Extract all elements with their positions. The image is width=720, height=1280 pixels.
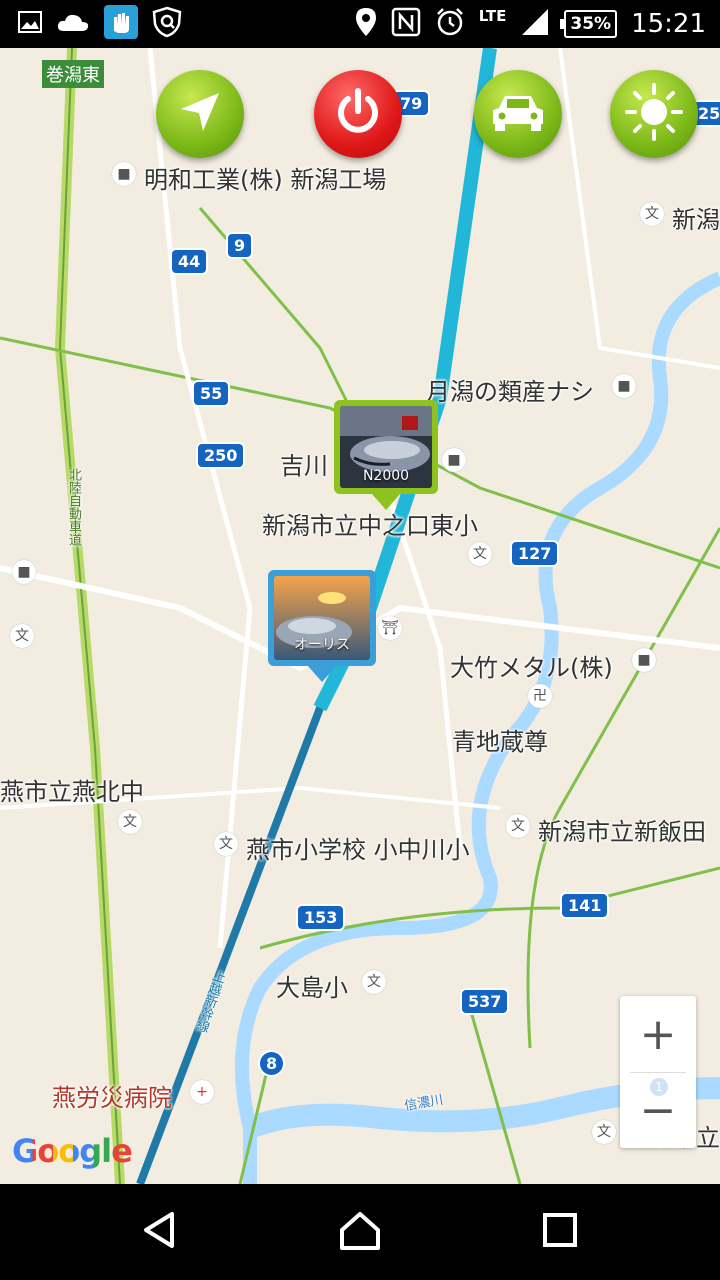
battery-indicator: 35% [560,10,618,38]
car-icon [489,90,547,138]
zoom-in-button[interactable]: + [620,996,696,1072]
marker-label: オーリス [294,637,350,653]
network-type: LTE [478,7,507,25]
map-label-shinibata: 新潟市立新飯田 [538,818,706,846]
route-shield-8: 8 [258,1050,286,1077]
power-icon [333,87,383,141]
route-shield-44: 44 [170,248,209,275]
image-icon [18,11,42,37]
navigate-button[interactable] [156,70,244,158]
map-label-expressway: 北陸自動車道 [66,468,81,546]
status-bar: LTE 35% 15:21 [0,0,720,48]
recents-icon [542,1212,578,1252]
map-label-tsukigata: 月潟の類産ナシ [426,378,594,406]
route-shield-9: 9 [226,232,254,259]
map-label-makigata: 巻潟東 [42,60,104,88]
vehicle-marker-auris[interactable]: オーリス [268,570,376,682]
poi-building-icon: ■ [12,560,36,584]
cloud-icon [56,11,90,37]
poi-school-icon: 文 [362,970,386,994]
route-shield-55: 55 [192,380,231,407]
google-logo: Google [12,1132,133,1170]
poi-company-icon: ■ [632,648,656,672]
nfc-icon [391,7,421,41]
zoom-controls: + − 1 [620,996,696,1148]
route-shield-537: 537 [460,988,510,1015]
map-label-rosai: 燕労災病院 [52,1084,172,1112]
poi-factory-icon: ■ [112,162,136,186]
route-shield-250: 250 [196,442,246,469]
map-label-meiwa: 明和工業(株) 新潟工場 [144,166,387,194]
back-button[interactable] [120,1204,200,1260]
poi-temple-icon: 卍 [528,684,552,708]
marker-pointer [372,494,400,510]
map-label-ootake: 大竹メタル(株) [450,654,613,682]
home-button[interactable] [320,1204,400,1260]
poi-hospital-icon: + [190,1080,214,1104]
sun-icon [624,82,684,146]
map-label-tsubame-kita: 燕市立燕北中 [0,778,144,806]
marker-pointer [308,666,336,682]
car-button[interactable] [474,70,562,158]
route-shield-153: 153 [296,904,346,931]
map-label-nakanokuchi: 新潟市立中之口東小 [262,512,478,540]
zoom-divider [630,1072,686,1073]
shield-app-icon [152,6,182,42]
poi-school-icon: 文 [640,202,664,226]
poi-school-icon: 文 [10,624,34,648]
recents-button[interactable] [520,1204,600,1260]
level-badge: 1 [650,1078,668,1096]
location-icon [355,7,377,41]
poi-school-icon: 文 [118,810,142,834]
route-shield-127: 127 [510,540,560,567]
navigation-bar [0,1184,720,1280]
poi-shop-icon: ■ [612,374,636,398]
home-icon [338,1210,382,1254]
map-label-konakagawa: 燕市小学校 小中川小 [246,836,470,864]
map-label-aojizo: 青地蔵尊 [452,728,548,756]
signal-icon [520,7,550,41]
back-icon [140,1210,180,1254]
map-label-oshima: 大島小 [276,974,348,1002]
map-view[interactable]: 巻潟東 明和工業(株) 新潟工場 新潟 月潟の類産ナシ 吉川 新潟市立中之口東小… [0,48,720,1184]
clock: 15:21 [631,9,706,39]
route-shield-141: 141 [560,892,610,919]
poi-school-icon: 文 [468,542,492,566]
poi-building-icon: ■ [442,448,466,472]
map-label-niigata: 新潟 [672,206,720,234]
navigation-arrow-icon [177,89,223,139]
poi-school-icon: 文 [214,832,238,856]
map-label-yoshikawa: 吉川 [280,452,328,480]
alarm-icon [435,7,465,41]
marker-label: N2000 [362,468,410,484]
vehicle-marker-n2000[interactable]: N2000 [334,400,438,510]
poi-school-icon: 文 [506,814,530,838]
power-button[interactable] [314,70,402,158]
poi-school-icon: 文 [592,1120,616,1144]
brightness-button[interactable] [610,70,698,158]
hand-app-icon [104,5,138,43]
poi-shrine-icon: ⛩ [378,616,402,640]
